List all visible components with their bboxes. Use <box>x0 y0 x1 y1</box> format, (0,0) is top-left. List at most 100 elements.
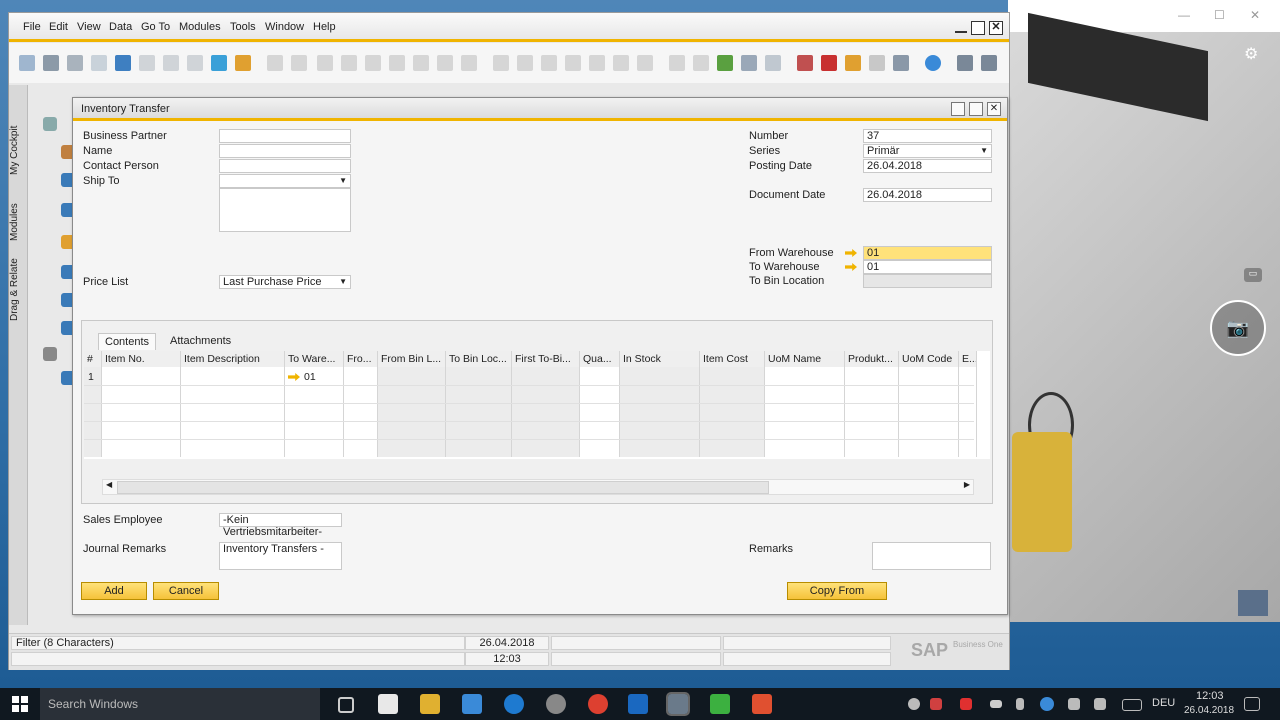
camera-shutter-button[interactable]: 📷 <box>1210 300 1266 356</box>
edit-icon[interactable] <box>669 55 685 71</box>
gross-profit-icon[interactable] <box>589 55 605 71</box>
from-warehouse-field[interactable]: 01 <box>863 246 992 260</box>
users-icon[interactable] <box>893 55 909 71</box>
camera-app-icon[interactable] <box>378 694 398 714</box>
volume-icon[interactable] <box>1094 698 1106 710</box>
target-doc-icon[interactable] <box>517 55 533 71</box>
minimize-icon[interactable]: — <box>1178 8 1190 22</box>
app-restore-icon[interactable] <box>971 21 985 35</box>
photo-thumbnail[interactable] <box>1238 590 1268 616</box>
link-arrow-icon[interactable] <box>845 263 857 271</box>
video-mode-icon[interactable]: ▭ <box>1244 268 1262 282</box>
grid-header[interactable]: Qua... <box>580 351 620 367</box>
clock-time[interactable]: 12:03 <box>1196 690 1224 702</box>
shield-icon[interactable] <box>960 698 972 710</box>
dialog-minimize-icon[interactable] <box>951 102 965 116</box>
filter-icon[interactable] <box>437 55 453 71</box>
calculator-icon[interactable] <box>845 55 861 71</box>
scroll-right-icon[interactable]: ▶ <box>964 480 970 489</box>
file-explorer-icon[interactable] <box>420 694 440 714</box>
layout-icon[interactable] <box>693 55 709 71</box>
document-date-field[interactable]: 26.04.2018 <box>863 188 992 202</box>
number-field[interactable]: 37 <box>863 129 992 143</box>
business-partner-field[interactable] <box>219 129 351 143</box>
ship-to-select[interactable] <box>219 174 351 188</box>
copy-from-button[interactable]: Copy From <box>787 582 887 600</box>
menu-window[interactable]: Window <box>265 21 304 33</box>
journal-icon[interactable] <box>541 55 557 71</box>
app-minimize-icon[interactable] <box>955 31 967 33</box>
contact-person-field[interactable] <box>219 159 351 173</box>
settings-gear-icon[interactable] <box>546 694 566 714</box>
tab-modules[interactable]: Modules <box>9 197 27 247</box>
tab-drag-relate[interactable]: Drag & Relate <box>9 255 27 325</box>
network-icon[interactable] <box>1068 698 1080 710</box>
menu-data[interactable]: Data <box>109 21 132 33</box>
grid-header[interactable]: UoM Code <box>899 351 959 367</box>
message-icon[interactable] <box>741 55 757 71</box>
row-to-warehouse[interactable]: 01 <box>304 371 316 383</box>
print-icon[interactable] <box>43 55 59 71</box>
sales-employee-select[interactable]: -Kein Vertriebsmitarbeiter- <box>219 513 342 538</box>
remarks-field[interactable] <box>872 542 991 570</box>
binoculars-icon[interactable] <box>267 55 283 71</box>
series-select[interactable]: Primär <box>863 144 992 158</box>
close-icon[interactable]: ✕ <box>1250 8 1260 22</box>
grid-header[interactable]: Item Cost <box>700 351 765 367</box>
keyboard-icon[interactable] <box>1122 699 1142 711</box>
windows-start-icon[interactable] <box>12 696 28 712</box>
notifications-icon[interactable] <box>1244 697 1260 711</box>
sort-icon[interactable] <box>461 55 477 71</box>
grid-header[interactable]: Item Description <box>181 351 285 367</box>
help-icon[interactable] <box>925 55 941 71</box>
menu-file[interactable]: File <box>23 21 41 33</box>
maximize-icon[interactable]: ☐ <box>1214 8 1225 22</box>
grid-header[interactable]: E... <box>959 351 977 367</box>
window-icon[interactable] <box>957 55 973 71</box>
copy-icon[interactable] <box>163 55 179 71</box>
task-view-icon[interactable] <box>338 697 354 713</box>
sap-taskbar-icon[interactable] <box>666 692 690 716</box>
cancel-mail-icon[interactable] <box>821 55 837 71</box>
find-icon[interactable] <box>19 55 35 71</box>
first-record-icon[interactable] <box>317 55 333 71</box>
tab-contents[interactable]: Contents <box>98 333 157 350</box>
grid-header[interactable]: Produkt... <box>845 351 899 367</box>
battery-icon[interactable] <box>990 700 1002 708</box>
module-icon[interactable] <box>43 347 57 361</box>
tray-icon[interactable] <box>908 698 920 710</box>
grid-header[interactable]: Item No. <box>102 351 181 367</box>
email-icon[interactable] <box>67 55 83 71</box>
add-button[interactable]: Add <box>81 582 147 600</box>
export-icon[interactable] <box>91 55 107 71</box>
to-warehouse-field[interactable]: 01 <box>863 260 992 274</box>
cancel-button[interactable]: Cancel <box>153 582 219 600</box>
posting-date-field[interactable]: 26.04.2018 <box>863 159 992 173</box>
base-doc-icon[interactable] <box>493 55 509 71</box>
folder-icon[interactable] <box>462 694 482 714</box>
paste-icon[interactable] <box>187 55 203 71</box>
menu-view[interactable]: View <box>77 21 101 33</box>
save-icon[interactable] <box>115 55 131 71</box>
dialog-maximize-icon[interactable] <box>969 102 983 116</box>
cockpit-icon[interactable] <box>43 117 57 131</box>
menu-tools[interactable]: Tools <box>230 21 256 33</box>
close-window-icon[interactable] <box>981 55 997 71</box>
lock-icon[interactable] <box>235 55 251 71</box>
grid-header[interactable]: In Stock <box>620 351 700 367</box>
language-indicator[interactable]: DEU <box>1152 697 1175 709</box>
taskbar-search[interactable]: Search Windows <box>40 688 320 720</box>
app-close-icon[interactable]: ✕ <box>989 21 1003 35</box>
new-doc-icon[interactable] <box>291 55 307 71</box>
last-record-icon[interactable] <box>389 55 405 71</box>
prev-record-icon[interactable] <box>341 55 357 71</box>
camtasia-icon[interactable] <box>710 694 730 714</box>
tray-icon[interactable] <box>930 698 942 710</box>
scroll-left-icon[interactable]: ◀ <box>106 480 112 489</box>
grid-header[interactable]: First To-Bi... <box>512 351 580 367</box>
chart-icon[interactable] <box>869 55 885 71</box>
chrome-icon[interactable] <box>588 694 608 714</box>
delete-icon[interactable] <box>139 55 155 71</box>
scrollbar-thumb[interactable] <box>117 481 769 494</box>
price-list-select[interactable]: Last Purchase Price <box>219 275 351 289</box>
